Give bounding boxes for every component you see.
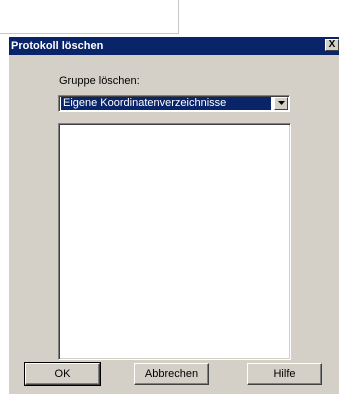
dialog-titlebar[interactable]: Protokoll löschen X bbox=[9, 37, 339, 55]
close-button[interactable]: X bbox=[325, 39, 339, 51]
group-label: Gruppe löschen: bbox=[59, 75, 140, 87]
close-icon: X bbox=[328, 39, 336, 50]
ok-button[interactable]: OK bbox=[24, 362, 101, 386]
group-select-value: Eigene Koordinatenverzeichnisse bbox=[61, 97, 271, 110]
background-window-edge bbox=[0, 0, 179, 34]
group-select[interactable]: Eigene Koordinatenverzeichnisse bbox=[58, 95, 290, 112]
dialog-title: Protokoll löschen bbox=[11, 40, 104, 52]
chevron-down-icon bbox=[278, 101, 285, 105]
dropdown-button[interactable] bbox=[274, 97, 288, 110]
delete-log-dialog: Protokoll löschen X Gruppe löschen: Eige… bbox=[8, 36, 339, 394]
help-button[interactable]: Hilfe bbox=[247, 363, 322, 385]
entries-listbox[interactable] bbox=[58, 123, 291, 360]
cancel-button[interactable]: Abbrechen bbox=[134, 363, 209, 385]
